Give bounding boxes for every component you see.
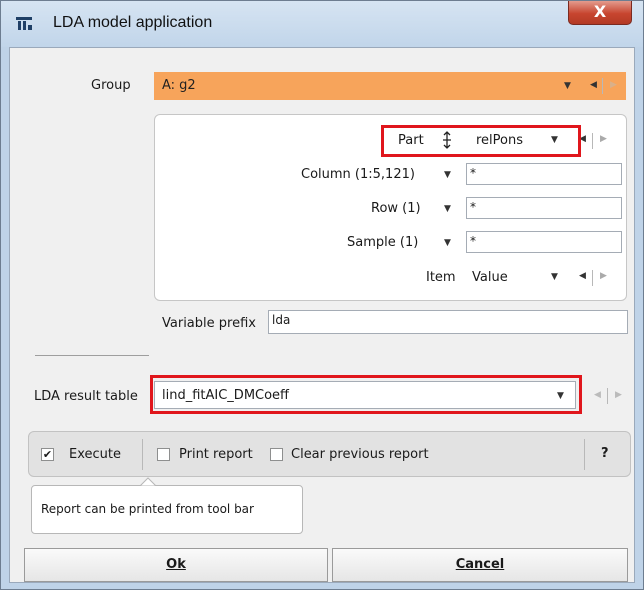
help-button[interactable]: ? xyxy=(601,446,609,461)
item-value[interactable]: Value xyxy=(472,270,508,285)
item-label: Item xyxy=(426,270,456,285)
sample-label: Sample (1) xyxy=(347,235,419,250)
group-value: A: g2 xyxy=(162,78,196,93)
ok-label: Ok xyxy=(166,557,186,572)
divider xyxy=(142,439,143,470)
next-arrow-icon[interactable]: ▶ xyxy=(600,271,607,281)
separator-line xyxy=(35,355,149,356)
execute-checkbox[interactable]: ✔ xyxy=(41,448,54,461)
cancel-label: Cancel xyxy=(455,557,505,572)
prev-arrow-icon[interactable]: ◀ xyxy=(590,80,597,90)
close-icon: X xyxy=(593,2,607,21)
ok-button[interactable]: Ok xyxy=(24,548,328,582)
app-icon xyxy=(16,17,32,30)
divider xyxy=(602,78,603,94)
next-arrow-icon[interactable]: ▶ xyxy=(615,390,622,400)
tooltip-arrow xyxy=(140,477,156,487)
print-report-checkbox[interactable] xyxy=(157,448,170,461)
divider xyxy=(592,270,593,286)
window-title: LDA model application xyxy=(53,14,213,31)
next-arrow-icon[interactable]: ▶ xyxy=(600,134,607,144)
chevron-down-icon[interactable]: ▼ xyxy=(444,238,451,248)
group-selector[interactable]: A: g2 ▼ ◀ ▶ xyxy=(154,72,626,100)
result-table-highlight xyxy=(150,375,582,414)
options-bar: ✔ Execute Print report Clear previous re… xyxy=(28,431,631,477)
column-input[interactable]: * xyxy=(466,163,622,185)
clear-report-label[interactable]: Clear previous report xyxy=(291,447,429,462)
chevron-down-icon[interactable]: ▼ xyxy=(444,170,451,180)
dialog-window: LDA model application X Group A: g2 ▼ ◀ … xyxy=(0,0,644,590)
row-input[interactable]: * xyxy=(466,197,622,219)
prev-arrow-icon[interactable]: ◀ xyxy=(579,271,586,281)
divider xyxy=(607,388,608,404)
tooltip: Report can be printed from tool bar xyxy=(31,485,303,534)
divider xyxy=(592,133,593,149)
sample-input[interactable]: * xyxy=(466,231,622,253)
dialog-content: Group A: g2 ▼ ◀ ▶ Part relPons ▼ ◀ ▶ Col… xyxy=(9,47,635,583)
chevron-down-icon[interactable]: ▼ xyxy=(551,272,558,282)
variable-prefix-label: Variable prefix xyxy=(162,316,256,331)
chevron-down-icon[interactable]: ▼ xyxy=(564,81,571,91)
cancel-button[interactable]: Cancel xyxy=(332,548,628,582)
clear-report-checkbox[interactable] xyxy=(270,448,283,461)
execute-label[interactable]: Execute xyxy=(69,447,121,462)
title-bar[interactable]: LDA model application X xyxy=(1,1,643,47)
next-arrow-icon[interactable]: ▶ xyxy=(610,80,617,90)
part-highlight xyxy=(381,125,581,157)
group-label: Group xyxy=(91,78,131,93)
result-table-label: LDA result table xyxy=(34,389,138,404)
close-button[interactable]: X xyxy=(568,1,632,25)
tooltip-text: Report can be printed from tool bar xyxy=(41,502,254,516)
prev-arrow-icon[interactable]: ◀ xyxy=(594,390,601,400)
variable-prefix-input[interactable]: lda xyxy=(268,310,628,334)
row-label: Row (1) xyxy=(371,201,421,216)
print-report-label[interactable]: Print report xyxy=(179,447,253,462)
divider xyxy=(584,439,585,470)
chevron-down-icon[interactable]: ▼ xyxy=(444,204,451,214)
column-label: Column (1:5,121) xyxy=(301,167,415,182)
